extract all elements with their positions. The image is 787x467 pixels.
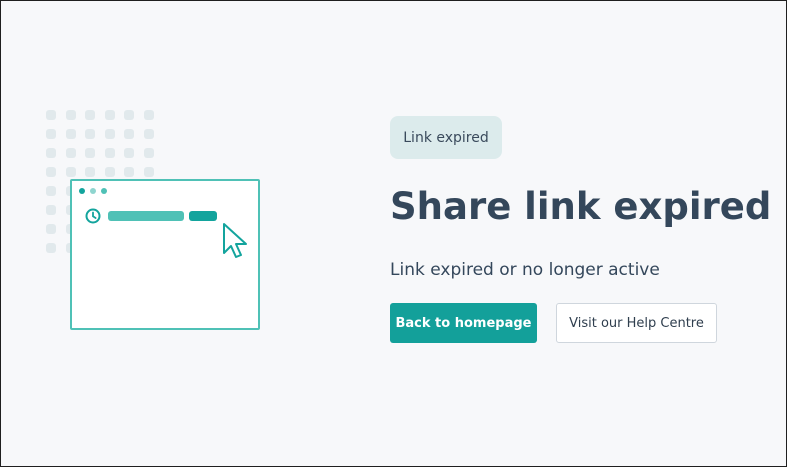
grid-dot [46,186,56,196]
grid-dot [104,167,115,177]
grid-dot [143,110,154,120]
grid-dot [124,129,134,139]
grid-dot [65,129,76,139]
grid-dot [143,129,154,139]
grid-dot [143,167,154,177]
back-to-homepage-label: Back to homepage [395,315,532,331]
link-placeholder-bar [108,211,184,221]
grid-dot [124,110,134,120]
grid-dot [124,148,134,158]
window-dot-2 [90,188,96,194]
grid-dot [143,148,154,158]
grid-dot [104,148,115,158]
grid-dot [85,167,95,177]
grid-dot [104,129,115,139]
link-placeholder-bar-short [189,211,217,221]
grid-dot [85,129,95,139]
status-badge-label: Link expired [403,129,489,146]
help-centre-button[interactable]: Visit our Help Centre [556,303,717,343]
grid-dot [85,110,95,120]
grid-dot [46,224,56,234]
page-title: Share link expired [390,185,772,228]
grid-dot [65,110,76,120]
clock-icon [85,208,101,224]
back-to-homepage-button[interactable]: Back to homepage [390,303,537,343]
grid-dot [65,148,76,158]
grid-dot [85,148,95,158]
page-frame: Link expired Share link expired Link exp… [0,0,787,467]
cursor-arrow-icon [223,223,247,258]
page-subtitle: Link expired or no longer active [390,260,660,280]
window-dot-1 [79,188,85,194]
grid-dot [46,148,56,158]
help-centre-label: Visit our Help Centre [569,315,704,331]
grid-dot [124,167,134,177]
grid-dot [46,205,56,215]
grid-dot [104,110,115,120]
status-badge: Link expired [390,116,502,159]
grid-dot [46,167,56,177]
grid-dot [46,110,56,120]
grid-dot [46,129,56,139]
grid-dot [46,243,56,253]
grid-dot [65,167,76,177]
window-dot-3 [101,188,107,194]
